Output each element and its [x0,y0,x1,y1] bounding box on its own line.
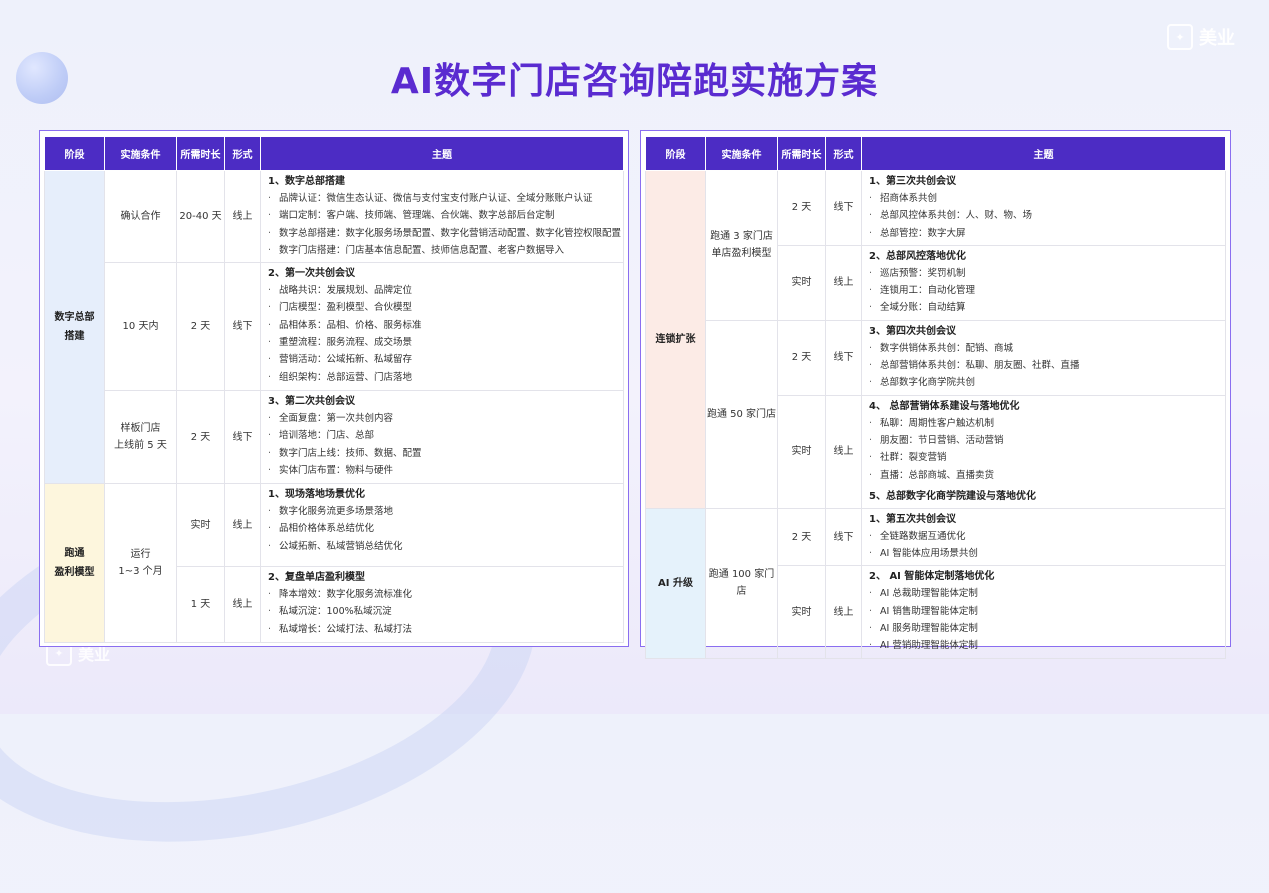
form-cell: 线上 [825,565,862,659]
right-plan-table: 阶段 实施条件 所需时长 形式 主题 连锁扩张 跑通 3 家门店 单店盈利模型 … [645,136,1226,659]
form-cell: 线下 [825,170,862,246]
duration-cell: 实时 [777,244,826,321]
phase-cell: 连锁扩张 [645,170,706,509]
topic-cell: 3、第二次共创会议 全面复盘：第一次共创内容 培训落地：门店、总部 数字门店上线… [260,390,624,485]
form-cell: 线下 [224,262,261,392]
phase-cell: 跑通 盈利模型 [44,483,105,644]
header-phase: 阶段 [645,136,706,171]
duration-cell: 2 天 [777,507,826,567]
left-plan-panel: 阶段 实施条件 所需时长 形式 主题 数字总部 搭建 确认合作 20-40 天 … [39,130,629,647]
topic-cell: 2、复盘单店盈利模型 降本增效：数字化服务流标准化 私域沉淀：100%私域沉淀 … [260,566,624,644]
table-row: AI 升级 跑通 100 家门店 2 天 线下 1、第五次共创会议 全链路数据互… [645,507,1226,659]
topic-cell: 2、总部风控落地优化 巡店预警：奖罚机制 连锁用工：自动化管理 全域分账：自动结… [861,244,1226,321]
right-plan-panel: 阶段 实施条件 所需时长 形式 主题 连锁扩张 跑通 3 家门店 单店盈利模型 … [640,130,1231,659]
form-cell: 线上 [224,169,261,264]
form-cell: 线上 [825,244,862,321]
form-cell: 线上 [224,483,261,568]
duration-cell: 20-40 天 [176,169,225,264]
form-cell: 线上 [224,566,261,644]
topic-cell: 4、 总部营销体系建设与落地优化 私聊：周期性客户触达机制 朋友圈：节日营销、活… [861,394,1226,509]
table-row: 数字总部 搭建 确认合作 20-40 天 线上 1、数字总部搭建 品牌认证：微信… [44,169,624,485]
table-row: 连锁扩张 跑通 3 家门店 单店盈利模型 2 天 线下 1、第三次共创会议 招商… [645,170,1226,509]
table-row: 跑通 50 家门店 2 天 线下 3、第四次共创会议 数字供销体系共创：配销、商… [646,319,1226,509]
topic-cell: 1、现场落地场景优化 数字化服务流更多场景落地 品相价格体系总结优化 公域拓新、… [260,483,624,568]
brand-name: 美业 [1199,28,1235,49]
condition-cell: 确认合作 [104,169,177,264]
form-cell: 线下 [825,507,862,567]
logo-icon: ✦ [1167,24,1193,50]
condition-cell: 样板门店 上线前 5 天 [104,390,177,485]
header-phase: 阶段 [44,136,105,171]
header-form: 形式 [224,136,261,171]
table-row: 跑通 盈利模型 运行 1~3 个月 实时 线上 1、现场落地场景优化 数字化服务… [44,483,624,644]
phase-cell: AI 升级 [645,507,706,659]
duration-cell: 2 天 [176,262,225,392]
left-plan-table: 阶段 实施条件 所需时长 形式 主题 数字总部 搭建 确认合作 20-40 天 … [44,136,624,644]
header-duration: 所需时长 [176,136,225,171]
header-condition: 实施条件 [705,136,778,171]
table-row: 10 天内 2 天 线下 2、第一次共创会议 战略共识：发展规划、品牌定位 门店… [45,262,624,392]
condition-cell: 跑通 50 家门店 [705,319,778,509]
header-duration: 所需时长 [777,136,826,171]
condition-cell: 运行 1~3 个月 [104,483,177,644]
topic-cell: 1、第三次共创会议 招商体系共创 总部风控体系共创：人、财、物、场 总部管控：数… [861,170,1226,246]
header-topic: 主题 [861,136,1226,171]
duration-cell: 实时 [176,483,225,568]
phase-cell: 数字总部 搭建 [44,169,105,485]
duration-cell: 实时 [777,565,826,659]
form-cell: 线下 [825,319,862,396]
header-form: 形式 [825,136,862,171]
form-cell: 线上 [825,394,862,509]
condition-cell: 跑通 3 家门店 单店盈利模型 [705,170,778,321]
topic-cell: 2、 AI 智能体定制落地优化 AI 总裁助理智能体定制 AI 销售助理智能体定… [861,565,1226,659]
table-header-row: 阶段 实施条件 所需时长 形式 主题 [44,136,624,171]
duration-cell: 实时 [777,394,826,509]
table-header-row: 阶段 实施条件 所需时长 形式 主题 [645,136,1226,171]
topic-cell: 2、第一次共创会议 战略共识：发展规划、品牌定位 门店模型：盈利模型、合伙模型 … [260,262,624,392]
topic-cell: 1、数字总部搭建 品牌认证：微信生态认证、微信与支付宝支付账户认证、全域分账账户… [260,169,624,264]
topic-cell: 3、第四次共创会议 数字供销体系共创：配销、商城 总部营销体系共创：私聊、朋友圈… [861,319,1226,396]
duration-cell: 2 天 [176,390,225,485]
table-row: 样板门店 上线前 5 天 2 天 线下 3、第二次共创会议 全面复盘：第一次共创… [45,390,624,485]
condition-cell: 10 天内 [104,262,177,392]
form-cell: 线下 [224,390,261,485]
duration-cell: 2 天 [777,319,826,396]
duration-cell: 2 天 [777,170,826,246]
header-topic: 主题 [260,136,624,171]
duration-cell: 1 天 [176,566,225,644]
header-condition: 实施条件 [104,136,177,171]
condition-cell: 跑通 100 家门店 [705,507,778,659]
topic-cell: 1、第五次共创会议 全链路数据互通优化 AI 智能体应用场景共创 [861,507,1226,567]
brand-logo-top: ✦ 美业 [1167,24,1235,50]
page-title: AI数字门店咨询陪跑实施方案 [390,61,879,102]
